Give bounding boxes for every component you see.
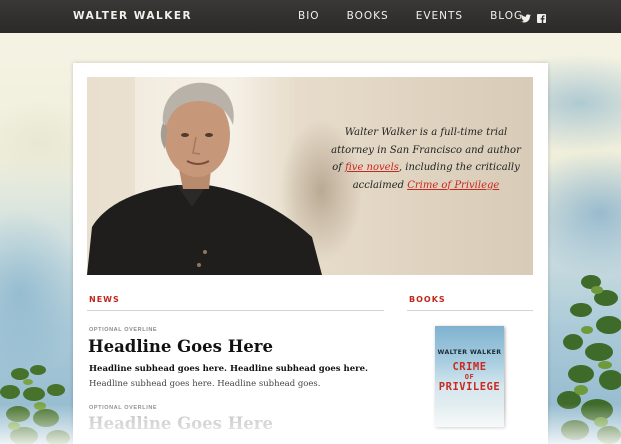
nav-blog-link[interactable]: BLOG [490,10,523,22]
author-bio-text: Walter Walker is a full-time trial attor… [331,124,521,194]
twitter-icon[interactable] [521,10,531,28]
news-item-overline: OPTIONAL OVERLINE [89,327,158,333]
book-title-line-3: PRIVILEGE [438,381,501,393]
book-cover-author: WALTER WALKER [437,349,502,356]
nav-bio-link[interactable]: BIO [298,10,320,22]
foliage-right-image [557,275,621,444]
book-cover-crime-of-privilege[interactable]: WALTER WALKER CRIME OF PRIVILEGE [435,326,504,427]
nav-books-link[interactable]: BOOKS [347,10,389,22]
social-links [521,10,546,28]
news-item-headline-2[interactable]: Headline Goes Here [88,414,273,433]
author-portrait-image [87,82,322,275]
news-item-subhead-bold: Headline subhead goes here. Headline sub… [89,364,368,374]
books-divider [407,310,533,311]
news-section-heading: NEWS [89,295,120,304]
book-title-line-2: OF [464,373,475,381]
foliage-left-image [0,365,70,444]
books-section-heading: BOOKS [409,295,446,304]
news-item-overline-2: OPTIONAL OVERLINE [89,405,158,411]
book-cover-title: CRIME OF PRIVILEGE [435,361,504,393]
top-navigation-bar: WALTER WALKER BIO BOOKS EVENTS BLOG [0,0,621,33]
nav-events-link[interactable]: EVENTS [416,10,463,22]
site-brand-link[interactable]: WALTER WALKER [73,10,192,22]
main-nav: BIO BOOKS EVENTS BLOG [298,10,550,22]
facebook-icon[interactable] [537,10,546,28]
news-divider [87,310,384,311]
crime-of-privilege-link[interactable]: Crime of Privilege [407,180,499,191]
book-title-line-1: CRIME [452,361,487,373]
content-card: Walter Walker is a full-time trial attor… [73,63,548,444]
news-item-subhead: Headline subhead goes here. Headline sub… [89,379,321,389]
news-item-headline[interactable]: Headline Goes Here [88,337,273,356]
hero-banner: Walter Walker is a full-time trial attor… [87,77,533,275]
five-novels-link[interactable]: five novels [345,162,399,173]
